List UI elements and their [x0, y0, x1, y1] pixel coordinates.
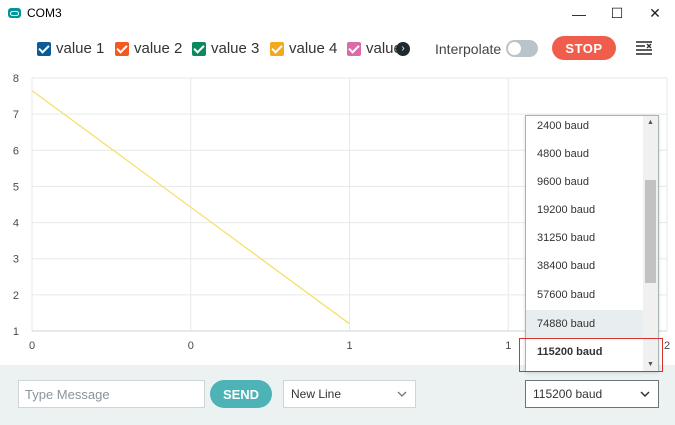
baud-rate-value: 115200 baud	[533, 387, 603, 401]
interpolate-toggle[interactable]	[506, 40, 538, 57]
legend-item-value-5[interactable]: value	[347, 40, 397, 57]
legend-bar: value 1 value 2 value 3 value 4 value › …	[0, 32, 675, 66]
x-tick-label: 0	[29, 340, 35, 352]
legend-label: value 4	[289, 40, 338, 57]
baud-option-31250[interactable]: 31250 baud	[526, 224, 644, 252]
minimize-button[interactable]: —	[560, 0, 598, 27]
y-tick-label: 5	[13, 181, 19, 193]
legend-item-value-2[interactable]: value 2	[115, 40, 182, 57]
legend-item-value-3[interactable]: value 3	[192, 40, 259, 57]
legend-label: value	[366, 40, 397, 57]
interpolate-label: Interpolate	[435, 41, 502, 57]
y-tick-label: 6	[13, 145, 19, 157]
baud-option-57600[interactable]: 57600 baud	[526, 281, 644, 309]
checkbox-icon[interactable]	[115, 41, 129, 56]
baud-option-2400[interactable]: 2400 baud	[526, 116, 644, 140]
legend-item-value-4[interactable]: value 4	[270, 40, 337, 57]
baud-rate-select[interactable]: 115200 baud	[525, 380, 659, 408]
baud-option-19200[interactable]: 19200 baud	[526, 196, 644, 224]
baud-option-4800[interactable]: 4800 baud	[526, 140, 644, 168]
baud-option-38400[interactable]: 38400 baud	[526, 252, 644, 280]
checkbox-icon[interactable]	[192, 41, 206, 56]
x-tick-label: 2	[664, 340, 670, 352]
baud-option-74880[interactable]: 74880 baud	[526, 310, 644, 338]
y-tick-label: 2	[13, 290, 19, 302]
checkbox-icon[interactable]	[347, 41, 361, 56]
message-input[interactable]	[18, 380, 205, 408]
x-tick-label: 1	[505, 340, 511, 352]
close-button[interactable]: ✕	[636, 0, 674, 27]
y-tick-label: 4	[13, 218, 19, 230]
legend-scroll-right-icon[interactable]: ›	[396, 42, 410, 56]
dropdown-scrollbar[interactable]: ▲ ▼	[643, 116, 658, 371]
selection-highlight	[519, 338, 663, 372]
legend-label: value 2	[134, 40, 183, 57]
title-bar: COM3 — ☐ ✕	[0, 0, 675, 27]
clear-output-icon[interactable]	[635, 40, 653, 56]
y-tick-label: 1	[13, 326, 19, 338]
maximize-button[interactable]: ☐	[598, 0, 636, 27]
legend-item-value-1[interactable]: value 1	[37, 40, 104, 57]
send-button[interactable]: SEND	[210, 380, 272, 408]
bottom-toolbar: SEND New Line 115200 baud	[0, 365, 675, 425]
window-title: COM3	[27, 6, 62, 20]
checkbox-icon[interactable]	[270, 41, 284, 56]
baud-rate-dropdown: 2400 baud 4800 baud 9600 baud 19200 baud…	[525, 115, 659, 372]
chevron-down-icon	[397, 391, 407, 397]
baud-option-9600[interactable]: 9600 baud	[526, 168, 644, 196]
line-ending-select[interactable]: New Line	[283, 380, 416, 408]
stop-button[interactable]: STOP	[552, 36, 616, 60]
arduino-icon	[8, 8, 21, 18]
x-tick-label: 1	[346, 340, 352, 352]
scrollbar-thumb[interactable]	[645, 180, 656, 283]
legend-label: value 3	[211, 40, 260, 57]
checkbox-icon[interactable]	[37, 41, 51, 56]
legend-label: value 1	[56, 40, 105, 57]
y-tick-label: 8	[13, 73, 19, 85]
y-tick-label: 3	[13, 254, 19, 266]
scroll-up-icon[interactable]: ▲	[646, 119, 655, 127]
x-tick-label: 0	[188, 340, 194, 352]
chevron-down-icon	[640, 391, 650, 398]
line-ending-value: New Line	[291, 387, 342, 401]
y-tick-label: 7	[13, 109, 19, 121]
